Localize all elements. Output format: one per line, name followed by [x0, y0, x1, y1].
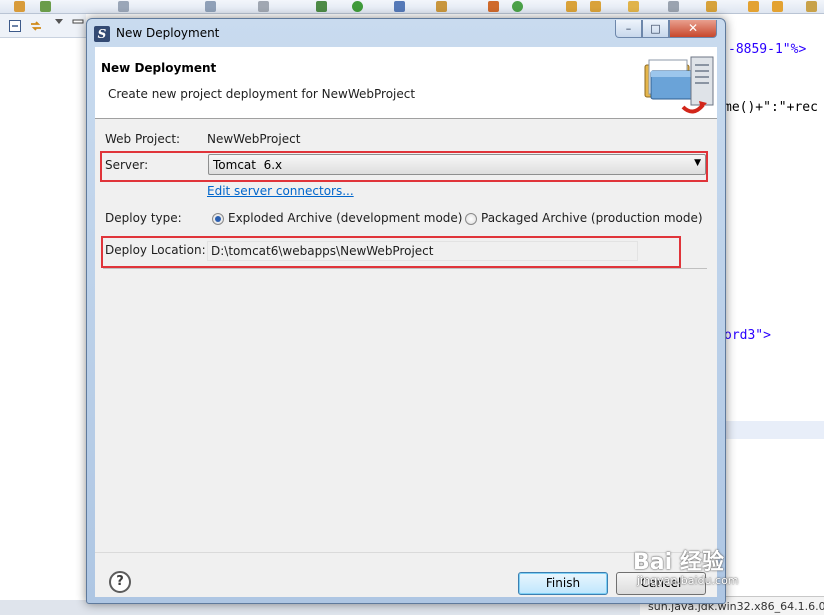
web-project-label: Web Project: — [105, 132, 181, 146]
dialog-title: New Deployment — [116, 26, 220, 40]
toolbar-folder-icon[interactable] — [566, 1, 577, 12]
link-with-editor-icon[interactable] — [30, 20, 42, 32]
toolbar-start-icon[interactable] — [512, 1, 523, 12]
finish-button[interactable]: Finish — [518, 572, 608, 595]
close-button[interactable]: ✕ — [669, 20, 717, 38]
edit-server-connectors-link[interactable]: Edit server connectors... — [207, 184, 354, 198]
banner-description: Create new project deployment for NewWeb… — [108, 87, 416, 101]
package-explorer-toolbar — [0, 14, 86, 38]
watermark-url: jingyan.baidu.com — [637, 574, 739, 587]
baidu-watermark: Bai 经验 jingyan.baidu.com — [633, 544, 793, 590]
toolbar-run-icon[interactable] — [40, 1, 51, 12]
toolbar-wizard-icon[interactable] — [436, 1, 447, 12]
web-project-value: NewWebProject — [207, 132, 301, 146]
banner-title: New Deployment — [101, 61, 217, 75]
maximize-button[interactable]: □ — [642, 20, 669, 38]
toolbar-deploy-icon[interactable] — [488, 1, 499, 12]
code-line-page-encoding: -8859-1"%> — [728, 42, 807, 57]
code-line-attribute: ord3"> — [724, 328, 771, 343]
ide-toolbar — [0, 0, 824, 14]
myeclipse-icon: S — [94, 26, 110, 42]
new-deployment-dialog: S New Deployment – □ ✕ New Deployment Cr… — [86, 18, 726, 604]
footer-separator — [95, 552, 717, 553]
deploy-location-highlight-box — [101, 236, 681, 268]
radio-checked-icon — [212, 213, 224, 225]
toolbar-save-icon[interactable] — [258, 1, 269, 12]
dialog-client-area: New Deployment Create new project deploy… — [95, 47, 717, 597]
wizard-banner: New Deployment Create new project deploy… — [95, 47, 717, 119]
form-separator — [103, 268, 707, 269]
toolbar-search-icon[interactable] — [668, 1, 679, 12]
toolbar-forward-icon[interactable] — [772, 1, 783, 12]
toolbar-edit-icon[interactable] — [628, 1, 639, 12]
toolbar-file-icon[interactable] — [205, 1, 216, 12]
maximize-icon: □ — [650, 22, 661, 35]
toolbar-pin-icon[interactable] — [706, 1, 717, 12]
toolbar-debug-icon[interactable] — [316, 1, 327, 12]
toolbar-folder-open-icon[interactable] — [590, 1, 601, 12]
toolbar-launch-icon[interactable] — [352, 1, 363, 12]
deploy-type-label: Deploy type: — [105, 211, 182, 225]
exploded-archive-label: Exploded Archive (development mode) — [228, 211, 463, 225]
dialog-titlebar[interactable]: S New Deployment – □ ✕ — [87, 19, 725, 47]
watermark-logo: Bai 经验 — [633, 550, 724, 575]
packaged-archive-label: Packaged Archive (production mode) — [481, 211, 703, 225]
close-icon: ✕ — [687, 21, 699, 35]
server-highlight-box — [100, 151, 708, 182]
collapse-all-icon[interactable] — [9, 20, 21, 32]
help-icon: ? — [116, 574, 124, 589]
toolbar-package-icon[interactable] — [14, 1, 25, 12]
minimize-icon: – — [625, 22, 632, 35]
help-button[interactable]: ? — [109, 571, 131, 593]
view-menu-icon[interactable] — [53, 16, 65, 28]
toolbar-more-icon[interactable] — [806, 1, 817, 12]
minimize-button[interactable]: – — [615, 20, 642, 38]
current-line-highlight — [720, 421, 824, 439]
deployment-wizard-icon — [644, 56, 714, 114]
code-line-expression: me()+":"+rec — [724, 100, 818, 115]
minimize-view-icon[interactable] — [72, 16, 84, 28]
toolbar-server-icon[interactable] — [394, 1, 405, 12]
radio-unchecked-icon — [465, 213, 477, 225]
toolbar-back-icon[interactable] — [748, 1, 759, 12]
toolbar-open-icon[interactable] — [118, 1, 129, 12]
